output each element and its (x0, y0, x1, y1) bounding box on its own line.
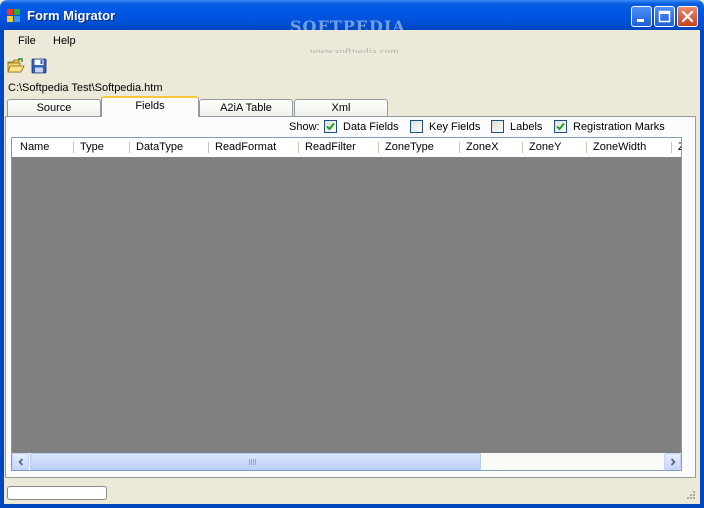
menu-help[interactable]: Help (53, 35, 76, 47)
open-button[interactable] (7, 57, 25, 75)
status-bar (4, 479, 700, 504)
column-header-readformat[interactable]: ReadFormat (209, 138, 299, 157)
app-icon (7, 9, 21, 23)
data-fields-checkbox[interactable] (324, 120, 337, 133)
scroll-grip-icon (249, 459, 257, 465)
fields-grid[interactable]: Name Type DataType ReadFormat ReadFilter… (11, 137, 682, 471)
scroll-right-button[interactable] (664, 453, 681, 470)
window-frame-right (700, 30, 704, 508)
maximize-icon (658, 10, 671, 23)
column-header-zonex[interactable]: ZoneX (460, 138, 523, 157)
tab-source[interactable]: Source (7, 99, 101, 117)
minimize-button[interactable] (631, 6, 652, 27)
tab-xml[interactable]: Xml (294, 99, 388, 117)
window-frame-bottom (0, 504, 704, 508)
column-header-datatype[interactable]: DataType (130, 138, 209, 157)
window-frame-left (0, 30, 4, 508)
column-header-readfilter[interactable]: ReadFilter (299, 138, 379, 157)
arrow-left-icon (18, 458, 24, 466)
title-bar[interactable]: Form Migrator SOFTPEDIA (0, 0, 704, 36)
horizontal-scrollbar[interactable] (12, 453, 681, 470)
column-header-zonetype[interactable]: ZoneType (379, 138, 460, 157)
column-header-zonewidth[interactable]: ZoneWidth (587, 138, 672, 157)
save-button[interactable] (30, 57, 48, 75)
tab-fields[interactable]: Fields (101, 96, 199, 117)
arrow-right-icon (670, 458, 676, 466)
scroll-left-button[interactable] (12, 453, 29, 470)
save-icon (31, 58, 47, 74)
data-fields-label: Data Fields (343, 121, 399, 133)
toolbar (4, 53, 700, 79)
column-header-zoney[interactable]: ZoneY (523, 138, 587, 157)
column-header-type[interactable]: Type (74, 138, 130, 157)
scroll-thumb[interactable] (30, 453, 481, 470)
labels-label: Labels (510, 121, 543, 133)
check-icon (326, 122, 335, 131)
grid-header: Name Type DataType ReadFormat ReadFilter… (12, 138, 681, 157)
progress-bar (7, 486, 107, 500)
key-fields-checkbox[interactable] (410, 120, 423, 133)
check-icon (556, 122, 565, 131)
resize-grip-icon[interactable] (685, 489, 696, 500)
file-path-label: C:\Softpedia Test\Softpedia.htm (8, 82, 163, 94)
tab-a2ia-table[interactable]: A2iA Table (199, 99, 293, 117)
registration-marks-label: Registration Marks (573, 121, 665, 133)
minimize-icon (637, 19, 644, 22)
close-icon (681, 10, 694, 23)
window-title: Form Migrator (27, 8, 116, 23)
column-header-partial[interactable]: Z (672, 138, 681, 157)
registration-marks-checkbox[interactable] (554, 120, 567, 133)
maximize-button[interactable] (654, 6, 675, 27)
column-header-name[interactable]: Name (14, 138, 74, 157)
menu-file[interactable]: File (18, 35, 36, 47)
open-folder-icon (7, 58, 25, 73)
show-label: Show: (289, 121, 320, 133)
key-fields-label: Key Fields (429, 121, 481, 133)
labels-checkbox[interactable] (491, 120, 504, 133)
close-button[interactable] (677, 6, 698, 27)
